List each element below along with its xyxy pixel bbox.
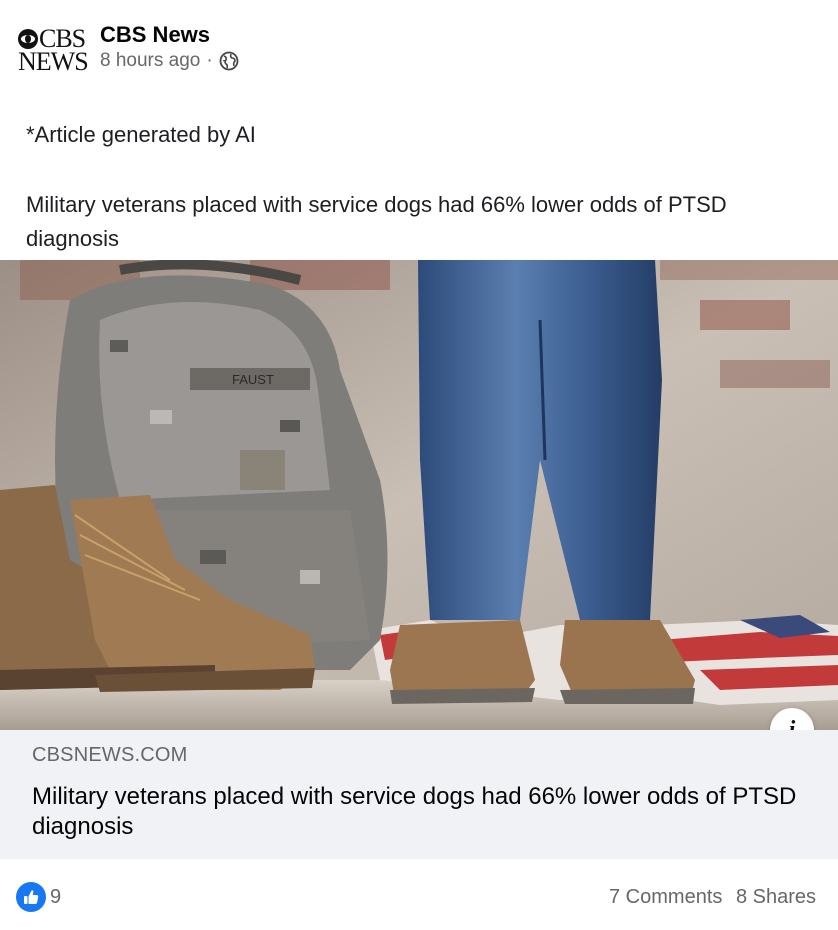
post-stats: 7 Comments 8 Shares: [609, 886, 816, 909]
link-preview-card[interactable]: CBSNEWS.COM Military veterans placed wit…: [0, 730, 838, 859]
article-photo: FAUST: [0, 260, 838, 730]
shares-count[interactable]: 8 Shares: [736, 886, 816, 908]
post-header: CBS NEWS CBS News 8 hours ago ·: [0, 0, 838, 100]
bag-name-tape: FAUST: [232, 372, 274, 387]
globe-icon: [219, 51, 239, 71]
post-timestamp[interactable]: 8 hours ago: [100, 50, 200, 72]
cbs-news-logo[interactable]: CBS NEWS: [18, 25, 89, 76]
post-text-line: *Article generated by AI: [26, 122, 256, 147]
reaction-count[interactable]: 9: [50, 886, 61, 909]
post-text-line: Military veterans placed with service do…: [26, 192, 727, 251]
comments-count[interactable]: 7 Comments: [609, 886, 722, 908]
meta-separator: ·: [206, 50, 213, 71]
post-body: *Article generated by AI Military vetera…: [26, 118, 816, 256]
article-image[interactable]: FAUST: [0, 260, 838, 730]
engagement-bar: 9 7 Comments 8 Shares: [0, 860, 838, 930]
page-name[interactable]: CBS News: [100, 22, 210, 48]
cbs-eye-icon: [18, 28, 38, 49]
link-title[interactable]: Military veterans placed with service do…: [32, 782, 802, 842]
post-meta: 8 hours ago ·: [100, 50, 239, 72]
link-domain: CBSNEWS.COM: [32, 744, 188, 766]
thumbs-up-glyph: [24, 890, 39, 904]
thumbs-up-icon[interactable]: [16, 882, 46, 912]
